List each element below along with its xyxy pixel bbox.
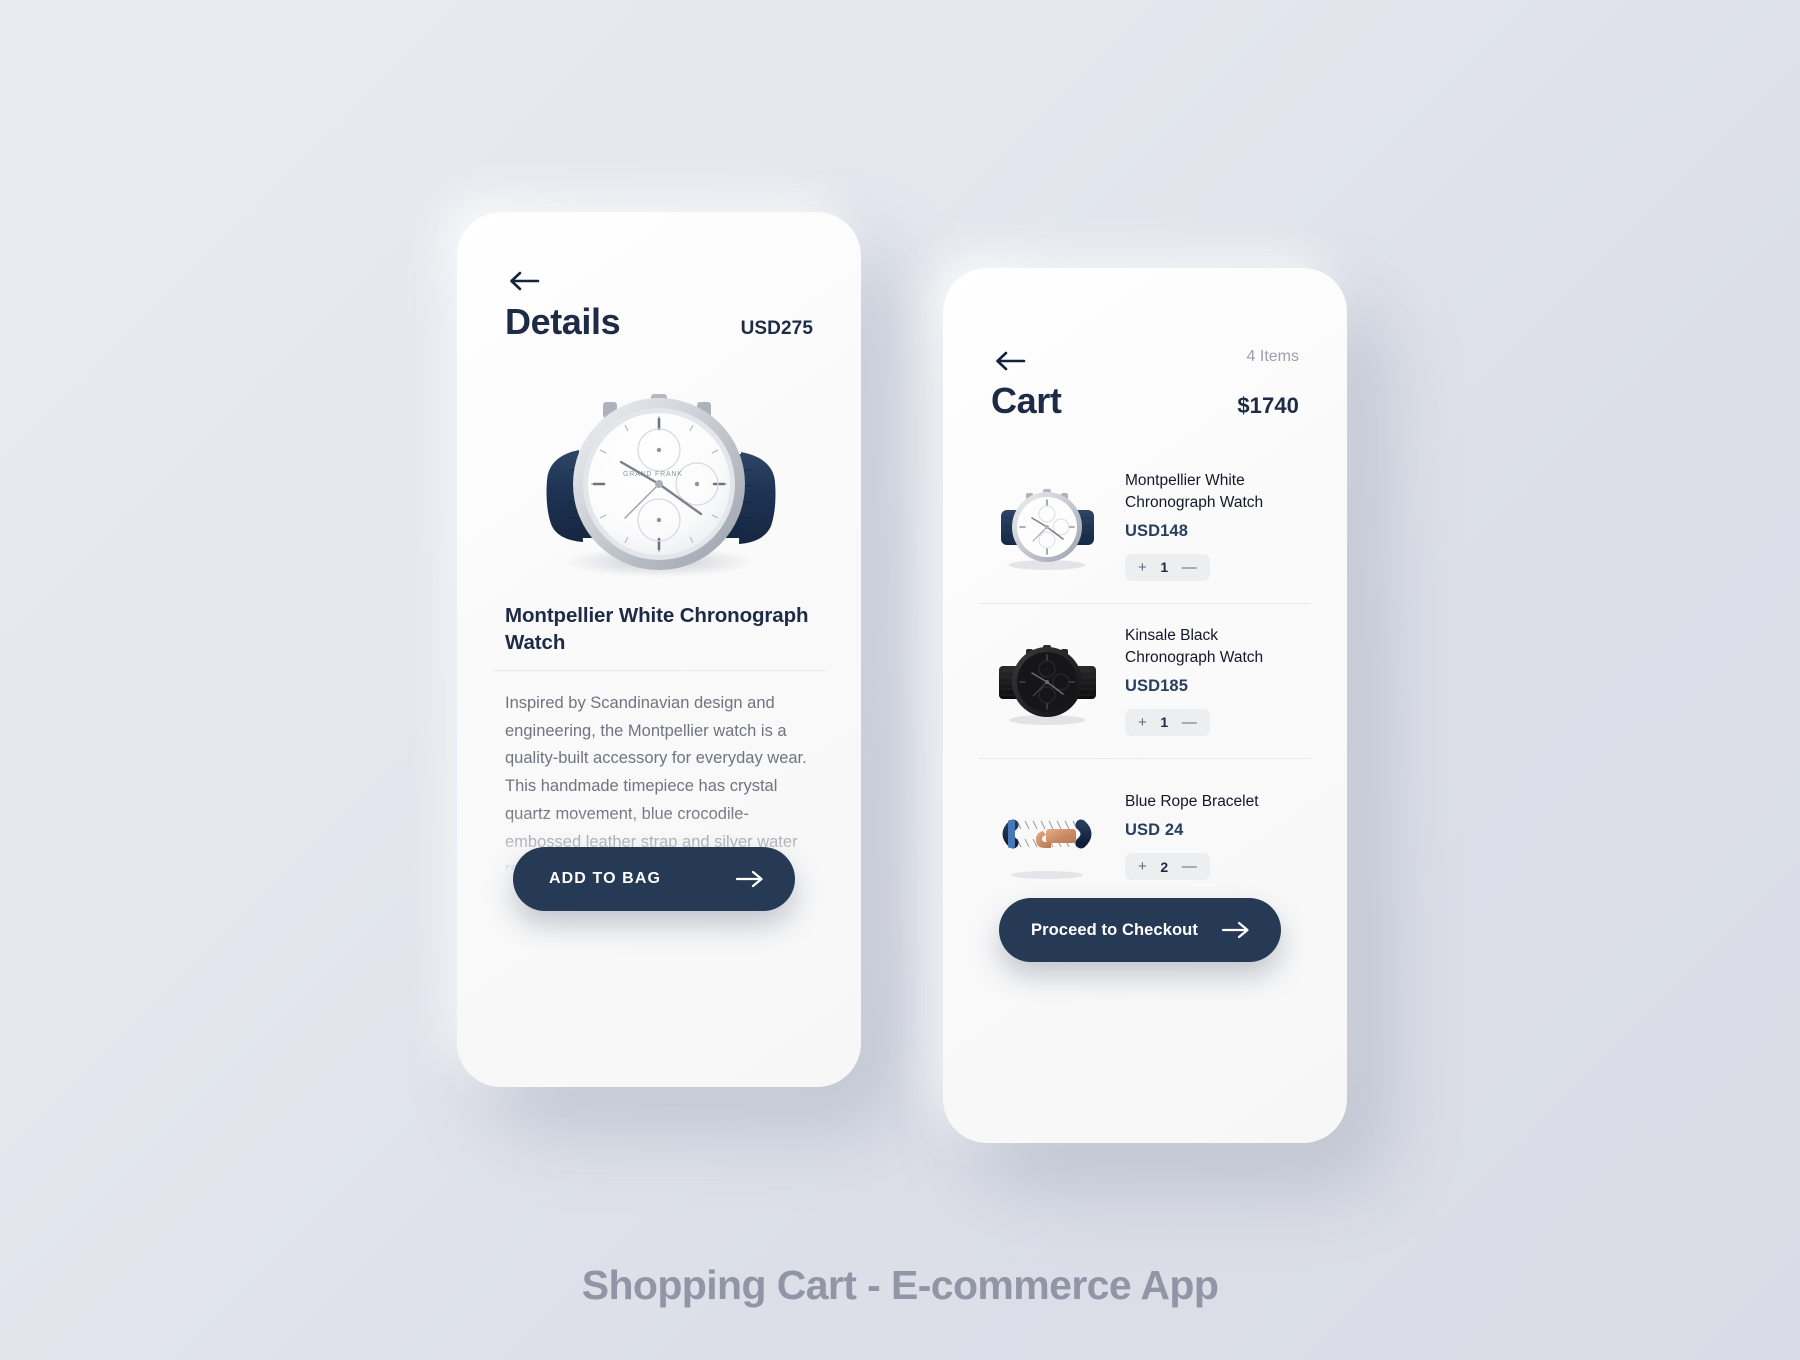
back-icon[interactable] (507, 268, 541, 294)
arrow-right-icon (1221, 920, 1251, 940)
page-title: Cart (991, 380, 1062, 421)
cart-items-count: 4 Items (1246, 348, 1299, 365)
increase-quantity-button[interactable]: + (1138, 560, 1147, 575)
list-item-name: Blue Rope Bracelet (1125, 792, 1259, 810)
list-item-name: Kinsale Black Chronograph Watch (1125, 627, 1264, 666)
quantity-value: 1 (1160, 714, 1169, 731)
product-price: USD275 (740, 318, 813, 339)
product-thumbnail (991, 632, 1103, 730)
arrow-right-icon (735, 869, 765, 889)
list-item-price: USD 24 (1125, 821, 1184, 840)
hero-product-image: GRAND FRANK (505, 372, 813, 587)
list-item-info: Blue Rope Bracelet USD 24 + 2 — (1125, 791, 1299, 881)
list-item[interactable]: Kinsale Black Chronograph Watch USD185 +… (943, 603, 1347, 758)
quantity-stepper[interactable]: + 1 — (1125, 553, 1210, 581)
product-thumbnail (991, 477, 1103, 575)
add-to-bag-button[interactable]: ADD TO BAG (513, 847, 795, 911)
divider (493, 670, 825, 671)
decrease-quantity-button[interactable]: — (1182, 715, 1197, 730)
list-item[interactable]: Montpellier White Chronograph Watch USD1… (943, 448, 1347, 603)
cart-screen-card: 4 Items Cart $1740 Montpellier White Chr… (943, 268, 1347, 1143)
quantity-stepper[interactable]: + 1 — (1125, 708, 1210, 736)
back-icon[interactable] (993, 348, 1027, 374)
quantity-stepper[interactable]: + 2 — (1125, 853, 1210, 881)
quantity-value: 2 (1160, 858, 1169, 875)
product-description: Inspired by Scandinavian design and engi… (505, 694, 807, 870)
add-to-bag-label: ADD TO BAG (549, 870, 662, 887)
list-item-price: USD148 (1125, 521, 1188, 540)
mockup-stage: Details USD275 GRAND FRANK Montpellier W… (0, 0, 1800, 1360)
product-thumbnail (991, 787, 1103, 885)
cart-header: Cart $1740 (991, 383, 1299, 419)
list-item-name: Montpellier White Chronograph Watch (1125, 472, 1264, 511)
details-screen-card: Details USD275 GRAND FRANK Montpellier W… (457, 212, 861, 1087)
decrease-quantity-button[interactable]: — (1182, 859, 1197, 874)
product-description-container: Inspired by Scandinavian design and engi… (505, 690, 817, 870)
list-item-price: USD185 (1125, 676, 1188, 695)
list-item-info: Kinsale Black Chronograph Watch USD185 +… (1125, 625, 1299, 736)
increase-quantity-button[interactable]: + (1138, 715, 1147, 730)
svg-text:GRAND FRANK: GRAND FRANK (623, 471, 683, 478)
list-item-info: Montpellier White Chronograph Watch USD1… (1125, 470, 1299, 581)
decrease-quantity-button[interactable]: — (1182, 560, 1197, 575)
quantity-value: 1 (1160, 559, 1169, 576)
mockup-caption: Shopping Cart - E-commerce App (581, 1262, 1219, 1308)
cart-total: $1740 (1237, 393, 1299, 418)
increase-quantity-button[interactable]: + (1138, 859, 1147, 874)
page-title: Details (505, 301, 621, 342)
list-item[interactable]: Blue Rope Bracelet USD 24 + 2 — (943, 758, 1347, 913)
details-screen-content: Details USD275 GRAND FRANK Montpellier W… (457, 212, 861, 1087)
checkout-label: Proceed to Checkout (1031, 920, 1198, 939)
details-header: Details USD275 (505, 304, 813, 340)
proceed-to-checkout-button[interactable]: Proceed to Checkout (999, 898, 1281, 962)
product-title: Montpellier White Chronograph Watch (505, 604, 809, 655)
cart-item-list: Montpellier White Chronograph Watch USD1… (943, 448, 1347, 913)
